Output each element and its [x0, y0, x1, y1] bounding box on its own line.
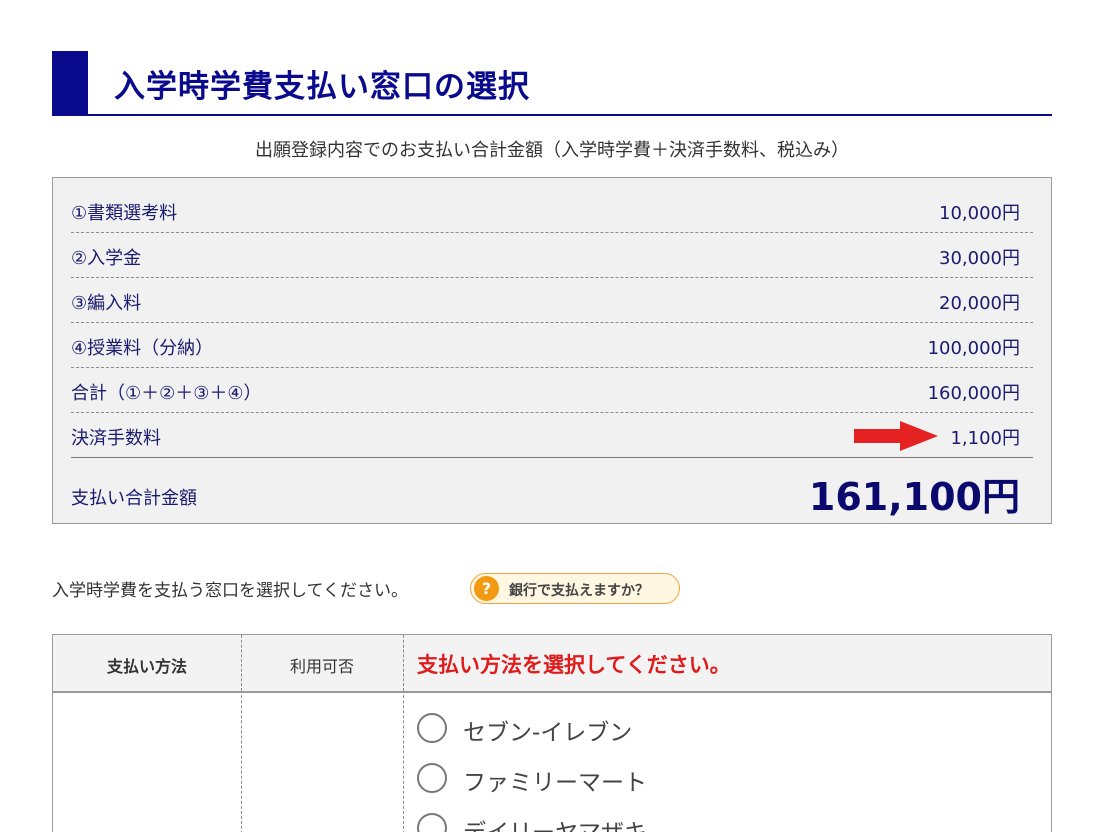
fee-amount: 1,100円 [950, 428, 1020, 449]
radio-button[interactable] [417, 813, 447, 832]
red-arrow-icon [854, 421, 938, 451]
header-availability: 利用可否 [289, 657, 354, 676]
fee-amount: 30,000円 [939, 248, 1020, 269]
column-divider [403, 635, 404, 691]
fee-amount: 160,000円 [927, 383, 1020, 404]
fee-label: ②入学金 [71, 248, 142, 269]
total-row: 支払い合計金額 161,100円 [71, 458, 1033, 520]
page-title: 入学時学費支払い窓口の選択 [114, 69, 530, 105]
fee-row-tuition: ④授業料（分納） 100,000円 [71, 323, 1033, 368]
fee-list: ①書類選考料 10,000円 ②入学金 30,000円 ③編入料 20,000円… [71, 188, 1033, 520]
option-label: デイリーヤマザキ [463, 813, 647, 832]
fee-amount: 10,000円 [939, 203, 1020, 224]
fee-row-transfer: ③編入料 20,000円 [71, 278, 1033, 323]
fee-amount: 100,000円 [927, 338, 1020, 359]
fee-label: ③編入料 [71, 293, 142, 314]
fee-label: ①書類選考料 [71, 203, 178, 224]
title-accent-bar [52, 51, 88, 115]
fee-row-settlement: 決済手数料 1,100円 [71, 413, 1033, 458]
fee-row-admission: ②入学金 30,000円 [71, 233, 1033, 278]
header-payment-method: 支払い方法 [106, 657, 187, 676]
page-title-block: 入学時学費支払い窓口の選択 [52, 51, 1052, 116]
instruction-text: 入学時学費を支払う窓口を選択してください。 [52, 581, 408, 601]
payment-method-table: 支払い方法 利用可否 支払い方法を選択してください。 セブン-イレブン ファミリ… [52, 634, 1052, 832]
fee-row-subtotal: 合計（①＋②＋③＋④） 160,000円 [71, 368, 1033, 413]
option-label: ファミリーマート [463, 770, 647, 796]
fee-amount: 20,000円 [939, 293, 1020, 314]
bank-help-label: 銀行で支払えますか？ [509, 583, 649, 599]
radio-button[interactable] [417, 713, 447, 743]
total-caption: 出願登録内容でのお支払い合計金額（入学時学費＋決済手数料、税込み） [255, 140, 849, 161]
total-label: 支払い合計金額 [71, 488, 197, 509]
fee-label: 合計（①＋②＋③＋④） [71, 383, 262, 404]
fee-summary-box: ①書類選考料 10,000円 ②入学金 30,000円 ③編入料 20,000円… [52, 177, 1052, 524]
total-amount: 161,100円 [808, 475, 1020, 519]
page: 入学時学費支払い窓口の選択 出願登録内容でのお支払い合計金額（入学時学費＋決済手… [0, 0, 1096, 832]
table-header: 支払い方法 利用可否 支払い方法を選択してください。 [53, 635, 1051, 693]
fee-label: ④授業料（分納） [71, 338, 214, 359]
radio-button[interactable] [417, 763, 447, 793]
question-icon: ? [474, 576, 499, 601]
option-label: セブン-イレブン [463, 720, 633, 746]
fee-label: 決済手数料 [71, 428, 161, 449]
header-select-prompt: 支払い方法を選択してください。 [417, 653, 731, 677]
fee-row-document-screening: ①書類選考料 10,000円 [71, 188, 1033, 233]
bank-payment-help-button[interactable]: ? 銀行で支払えますか？ [470, 573, 680, 604]
